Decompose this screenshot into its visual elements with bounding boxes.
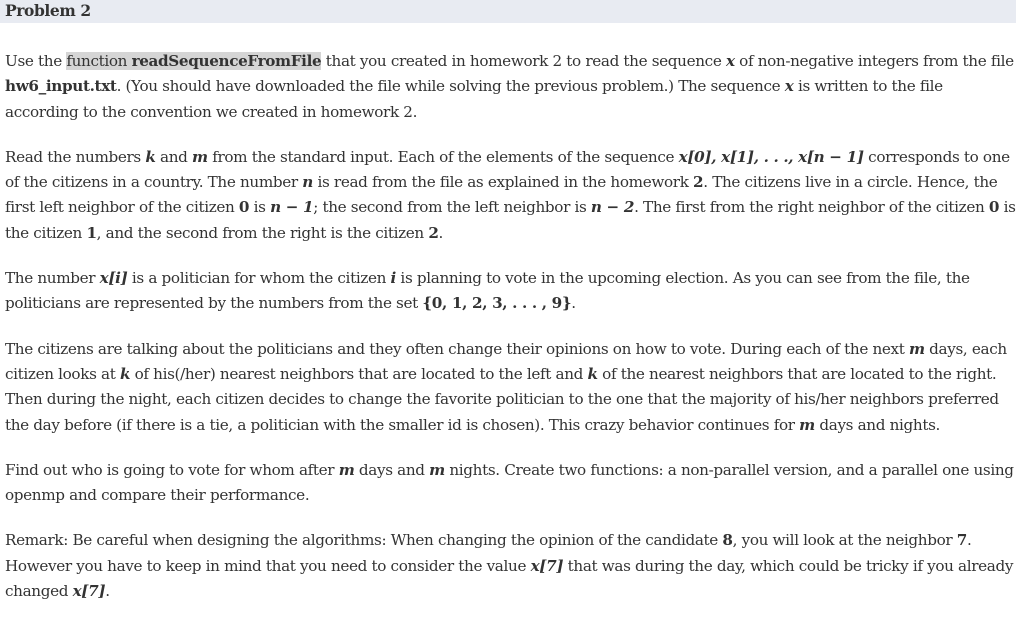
math-n-minus-1: n − 1 <box>270 198 314 217</box>
paragraph-dynamics: The citizens are talking about the polit… <box>5 339 1007 434</box>
math-k: k <box>145 147 156 166</box>
math-x-i: x[i] <box>99 269 128 288</box>
math-x-7: x[7] <box>530 556 564 575</box>
math-x: x <box>725 52 735 70</box>
highlighted-selection[interactable]: function readSequenceFromFile <box>66 52 322 70</box>
problem-body: Use the function readSequenceFromFile th… <box>5 49 1017 624</box>
math-m: m <box>338 460 355 479</box>
math-set: {0, 1, 2, 3, . . . , 9} <box>422 294 572 313</box>
math-k: k <box>119 364 131 383</box>
math-1: 1 <box>86 223 97 242</box>
math-2: 2 <box>693 173 704 192</box>
math-8: 8 <box>722 531 733 550</box>
math-x-7: x[7] <box>72 582 106 601</box>
paragraph-politicians: The number x[i] is a politician for whom… <box>5 269 970 313</box>
math-2: 2 <box>428 223 439 242</box>
paragraph-task: Find out who is going to vote for whom a… <box>5 460 1014 505</box>
problem-header: Problem 2 <box>0 0 1016 23</box>
math-n-minus-2: n − 2 <box>590 198 635 217</box>
paragraph-input: Read the numbers k and m from the standa… <box>5 147 1016 242</box>
paragraph-remark: Remark: Be careful when designing the al… <box>5 531 1014 601</box>
math-k: k <box>587 364 599 383</box>
math-m: m <box>192 147 208 166</box>
math-sequence: x[0], x[1], . . ., x[n − 1] <box>678 147 864 166</box>
function-name: readSequenceFromFile <box>131 52 322 70</box>
file-name: hw6_input.txt <box>5 77 117 96</box>
math-n: n <box>302 173 313 192</box>
math-m: m <box>908 339 925 358</box>
math-0: 0 <box>238 198 250 217</box>
math-7: 7 <box>956 531 968 550</box>
math-0: 0 <box>988 198 1000 217</box>
paragraph-intro: Use the function readSequenceFromFile th… <box>5 52 1014 121</box>
math-m: m <box>799 415 815 434</box>
math-m: m <box>429 460 445 479</box>
problem-title: Problem 2 <box>5 1 91 20</box>
